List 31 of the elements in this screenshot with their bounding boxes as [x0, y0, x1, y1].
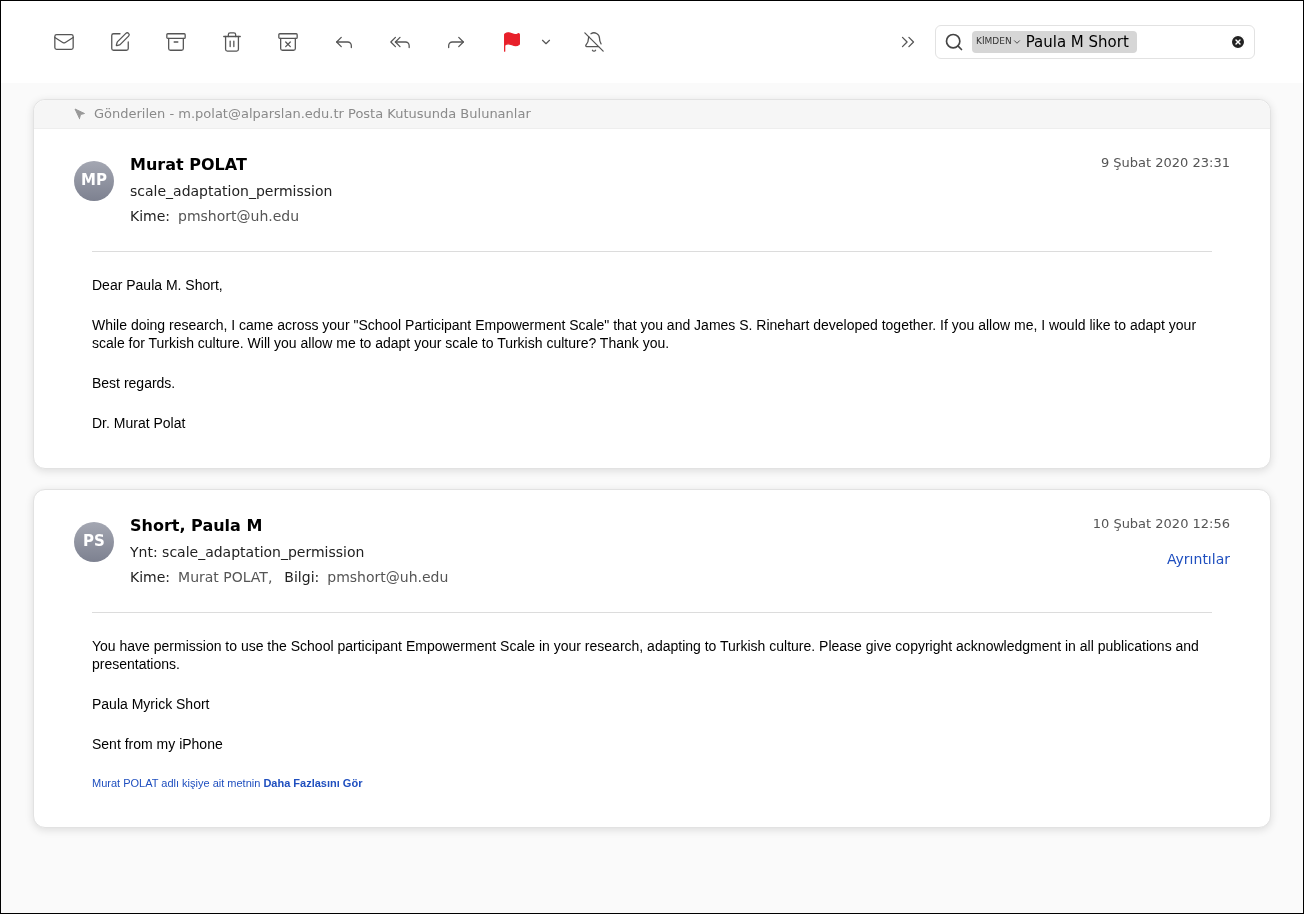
search-icon — [944, 32, 964, 52]
location-arrow-icon — [74, 107, 86, 120]
body-paragraph: You have permission to use the School participant Empowerment Scale in your research, adapting to Turkish culture. Please give copyright acknowledgment in all publications and presentations. — [92, 636, 1200, 673]
search-token[interactable]: KİMDEN — [976, 35, 1022, 49]
see-more-link[interactable]: Murat POLAT adlı kişiye ait metnin Daha Fazlasını Gör — [92, 774, 1212, 791]
search-field[interactable]: KİMDEN Paula M Short — [935, 25, 1255, 59]
details-link[interactable]: Ayrıntılar — [1166, 549, 1230, 570]
body-paragraph: Sent from my iPhone — [92, 734, 224, 753]
recipient-label: Kime: — [130, 567, 171, 587]
sender-name: Short, Paula M — [130, 514, 264, 537]
sender-name: Murat POLAT — [130, 153, 248, 176]
recipient-value: Murat POLAT, — [178, 567, 273, 587]
body-paragraph: Dear Paula M. Short, — [92, 275, 224, 294]
body-paragraph: Dr. Murat Polat — [92, 413, 187, 432]
message-date: 9 Şubat 2020 23:31 — [1100, 153, 1230, 172]
mailbox-caption: Gönderilen - m.polat@alparslan.edu.tr Posta Kutusunda Bulunanlar — [94, 105, 531, 123]
recipient-label: Kime: — [130, 206, 171, 226]
recipient-value: pmshort@uh.edu — [327, 567, 449, 587]
subject: scale_adaptation_permission — [130, 181, 334, 201]
recipient-label: Bilgi: — [284, 567, 320, 587]
subject: Ynt: scale_adaptation_permission — [130, 542, 366, 562]
clear-search-icon[interactable] — [1230, 34, 1246, 50]
avatar: MP — [74, 160, 114, 201]
body-paragraph: Paula Myrick Short — [92, 694, 211, 713]
message-date: 10 Şubat 2020 12:56 — [1092, 514, 1230, 533]
body-paragraph: Best regards. — [92, 373, 177, 392]
recipient-value: pmshort@uh.edu — [178, 206, 300, 226]
search-value: Paula M Short — [1025, 31, 1130, 53]
avatar: PS — [74, 521, 114, 562]
body-paragraph: While doing research, I came across your "School Participant Empowerment Scale" that you and James S. Rinehart developed together. If you allow me, I would like to adapt your scale for Turkish culture. Will you allow me to adapt your scale to Turkish culture? Thank you. — [92, 315, 1198, 352]
caret-icon — [1011, 37, 1022, 47]
